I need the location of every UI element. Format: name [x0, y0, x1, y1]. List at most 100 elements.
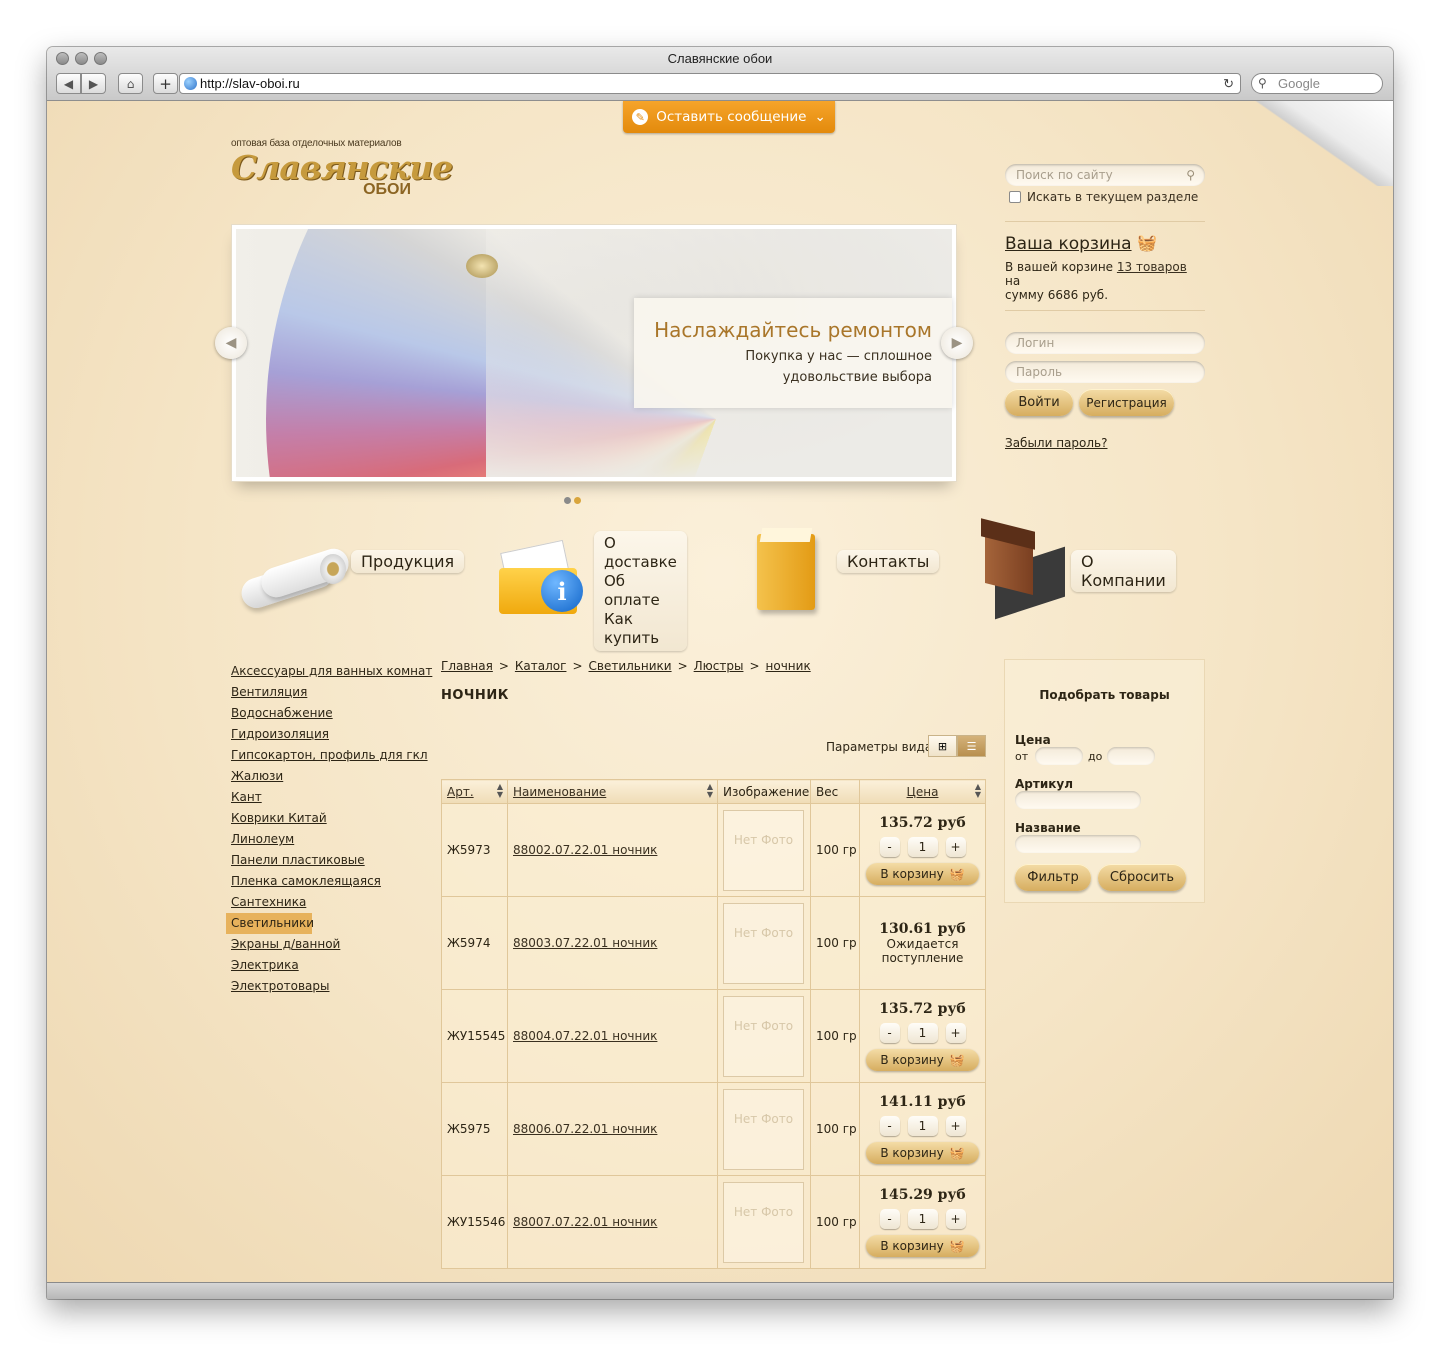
cart-summary: В вашей корзине 13 товаров на сумму 6686… — [1005, 260, 1205, 302]
slider-dot[interactable] — [574, 497, 581, 504]
col-name[interactable]: Наименование ▲ ▼ — [507, 779, 718, 804]
category-link[interactable]: Панели пластиковые — [231, 850, 431, 871]
slider-prev-button[interactable]: ◀ — [215, 327, 247, 359]
increase-qty-button[interactable]: + — [945, 1116, 966, 1136]
decrease-qty-button[interactable]: - — [879, 1023, 900, 1043]
category-link[interactable]: Аксессуары для ванных комнат — [231, 661, 432, 682]
qty-input[interactable]: 1 — [907, 1209, 938, 1229]
login-button[interactable]: Войти — [1005, 389, 1073, 416]
login-input[interactable]: Логин — [1005, 332, 1205, 354]
reload-icon[interactable]: ↻ — [1223, 74, 1234, 93]
cart-items-link[interactable]: 13 товаров — [1117, 260, 1187, 274]
no-photo-placeholder[interactable]: Нет Фото — [723, 1088, 804, 1170]
sort-art-link[interactable]: Арт. — [447, 785, 474, 799]
price-to-input[interactable] — [1107, 747, 1155, 765]
slider-dot[interactable] — [564, 497, 571, 504]
search-in-section-label: Искать в текущем разделе — [1027, 190, 1199, 204]
filter-button[interactable]: Фильтр — [1015, 864, 1091, 891]
category-link[interactable]: Водоснабжение — [231, 703, 431, 724]
category-link[interactable]: Светильники — [226, 913, 314, 934]
reset-button[interactable]: Сбросить — [1098, 864, 1186, 891]
forgot-password-link[interactable]: Забыли пароль? — [1005, 436, 1107, 450]
slider-next-button[interactable]: ▶ — [941, 327, 973, 359]
sort-name-link[interactable]: Наименование — [513, 785, 606, 799]
category-link[interactable]: Экраны д/ванной — [231, 934, 431, 955]
qty-input[interactable]: 1 — [907, 837, 938, 857]
breadcrumb-separator: > — [572, 659, 583, 673]
art-cell: ЖУ15545 — [441, 989, 508, 1083]
name-input[interactable] — [1015, 835, 1141, 853]
product-link[interactable]: 88003.07.22.01 ночник — [513, 936, 657, 950]
no-photo-placeholder[interactable]: Нет Фото — [723, 1181, 804, 1263]
quantity-stepper: -1 + — [860, 1209, 985, 1229]
grid-view-button[interactable]: ⊞ — [928, 735, 957, 757]
price: 130.61 руб — [879, 921, 966, 937]
back-button[interactable]: ◀ — [56, 73, 81, 94]
browser-search-field[interactable]: ⚲ Google — [1251, 73, 1383, 94]
password-placeholder: Пароль — [1016, 365, 1063, 379]
breadcrumb-link[interactable]: Каталог — [515, 659, 567, 673]
no-photo-placeholder[interactable]: Нет Фото — [723, 902, 804, 984]
category-link[interactable]: Гидроизоляция — [231, 724, 431, 745]
address-bar[interactable]: http://slav-oboi.ru ↻ — [179, 73, 1241, 94]
home-button[interactable]: ⌂ — [118, 73, 143, 94]
category-link[interactable]: Гипсокартон, профиль для гкл — [231, 745, 431, 766]
no-photo-placeholder[interactable]: Нет Фото — [723, 809, 804, 891]
breadcrumb-link[interactable]: Главная — [441, 659, 493, 673]
search-in-section-checkbox[interactable]: Искать в текущем разделе — [1009, 190, 1198, 204]
add-to-cart-button[interactable]: В корзину 🧺 — [866, 863, 979, 885]
add-to-cart-button[interactable]: В корзину 🧺 — [866, 1049, 979, 1071]
price-from-input[interactable] — [1035, 747, 1083, 765]
decrease-qty-button[interactable]: - — [879, 837, 900, 857]
category-link[interactable]: Жалюзи — [231, 766, 431, 787]
name-label: Название — [1015, 821, 1081, 835]
password-input[interactable]: Пароль — [1005, 361, 1205, 383]
search-icon[interactable]: ⚲ — [1186, 164, 1195, 186]
product-link[interactable]: 88006.07.22.01 ночник — [513, 1122, 657, 1136]
register-button[interactable]: Регистрация — [1079, 389, 1174, 416]
category-link[interactable]: Линолеум — [231, 829, 431, 850]
product-link[interactable]: 88004.07.22.01 ночник — [513, 1029, 657, 1043]
category-link[interactable]: Кант — [231, 787, 431, 808]
product-link[interactable]: 88007.07.22.01 ночник — [513, 1215, 657, 1229]
col-price[interactable]: Цена ▲ ▼ — [859, 779, 986, 804]
product-link[interactable]: 88002.07.22.01 ночник — [513, 843, 657, 857]
breadcrumb-link[interactable]: ночник — [766, 659, 811, 673]
qty-input[interactable]: 1 — [907, 1023, 938, 1043]
decrease-qty-button[interactable]: - — [879, 1116, 900, 1136]
leave-message-button[interactable]: ✎ Оставить сообщение ⌄ — [623, 101, 835, 133]
how-to-buy-line: Как купить — [604, 610, 660, 647]
increase-qty-button[interactable]: + — [945, 837, 966, 857]
site-search-input[interactable]: Поиск по сайту ⚲ — [1005, 164, 1205, 186]
breadcrumb-link[interactable]: Светильники — [589, 659, 672, 673]
breadcrumb-link[interactable]: Люстры — [694, 659, 744, 673]
category-link[interactable]: Электротовары — [231, 976, 431, 997]
decrease-qty-button[interactable]: - — [879, 1209, 900, 1229]
basket-icon: 🧺 — [949, 1146, 965, 1160]
category-link[interactable]: Сантехника — [231, 892, 431, 913]
shortcut-contacts-label: Контакты — [837, 550, 940, 573]
increase-qty-button[interactable]: + — [945, 1023, 966, 1043]
payment-line: Об оплате — [604, 572, 660, 609]
add-bookmark-button[interactable]: + — [153, 73, 178, 94]
category-link[interactable]: Вентиляция — [231, 682, 431, 703]
qty-input[interactable]: 1 — [907, 1116, 938, 1136]
sort-price-link[interactable]: Цена — [907, 785, 939, 799]
increase-qty-button[interactable]: + — [945, 1209, 966, 1229]
list-view-button[interactable]: ☰ — [957, 735, 986, 757]
col-art[interactable]: Арт. ▲ ▼ — [441, 779, 508, 804]
category-link[interactable]: Коврики Китай — [231, 808, 431, 829]
category-link[interactable]: Электрика — [231, 955, 431, 976]
add-to-cart-button[interactable]: В корзину 🧺 — [866, 1142, 979, 1164]
cart-title-link[interactable]: Ваша корзина — [1005, 234, 1132, 254]
article-input[interactable] — [1015, 791, 1141, 809]
category-link[interactable]: Пленка самоклеящаяся — [231, 871, 431, 892]
price-cell: 135.72 руб -1 + В корзину 🧺 — [859, 803, 986, 897]
forward-button[interactable]: ▶ — [81, 73, 106, 94]
add-to-cart-button[interactable]: В корзину 🧺 — [866, 1235, 979, 1257]
checkbox[interactable] — [1009, 191, 1021, 203]
chevron-down-icon: ⌄ — [814, 109, 826, 125]
no-photo-placeholder[interactable]: Нет Фото — [723, 995, 804, 1077]
image-cell: Нет Фото — [717, 803, 811, 897]
site-logo[interactable]: оптовая база отделочных материалов Славя… — [231, 138, 453, 199]
